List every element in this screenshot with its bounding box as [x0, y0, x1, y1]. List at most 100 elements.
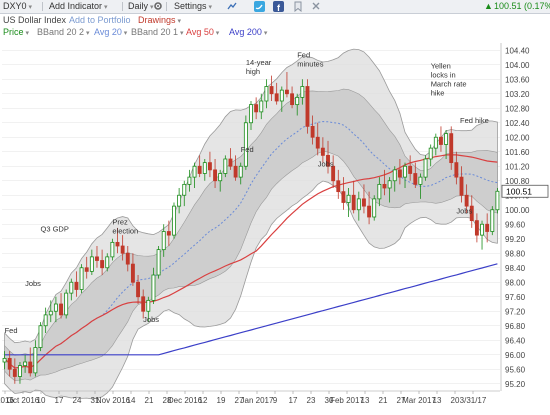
settings-gear-icon[interactable]	[153, 1, 163, 14]
candle-body	[28, 361, 33, 374]
candle-body	[495, 190, 500, 211]
x-tick-label: Oct 2016	[7, 396, 40, 405]
facebook-icon[interactable]: f	[273, 1, 284, 15]
chart-type-icon[interactable]	[227, 1, 237, 14]
candle-body	[387, 180, 392, 189]
legend-avg-200[interactable]: Avg 200	[229, 27, 267, 39]
candle-body	[18, 365, 22, 377]
candle-body	[310, 125, 315, 138]
legend-avg-20[interactable]: Avg 20	[94, 27, 127, 39]
candle-body	[207, 162, 212, 171]
drawings-menu[interactable]: Drawings	[138, 15, 181, 27]
candle-body	[372, 198, 377, 218]
candle-body	[43, 314, 48, 327]
candle-body	[38, 325, 43, 348]
last-price-label: 100.51	[506, 186, 532, 196]
x-tick-label: 23	[307, 396, 316, 405]
x-tick-label: 24	[73, 396, 82, 405]
candle-body	[480, 223, 484, 236]
candle-body	[156, 249, 161, 276]
y-tick-label: 102.40	[505, 119, 530, 128]
y-tick-label: 101.20	[505, 162, 530, 171]
candle-body	[341, 191, 346, 203]
legend-price[interactable]: Price	[3, 27, 29, 39]
candle-body	[238, 165, 243, 178]
candle-body	[377, 183, 382, 200]
x-tick-label: 21	[379, 396, 388, 405]
y-tick-label: 102.80	[505, 104, 530, 113]
y-tick-label: 98.00	[505, 278, 526, 287]
x-tick-label: Mar 2017	[402, 396, 436, 405]
candle-body	[320, 147, 325, 156]
bookmark-icon[interactable]	[293, 1, 303, 15]
annotation-label: March rate	[431, 79, 467, 88]
toolbar-divider	[122, 2, 123, 11]
settings-button[interactable]: Settings	[174, 1, 212, 13]
price-chart[interactable]: Fed Q3 GDP Prezelection Jobs Jobs 14-yearhigh…	[0, 41, 550, 414]
annotation-label: minutes	[297, 60, 324, 69]
annotation-label: Yellen	[431, 61, 451, 70]
y-tick-label: 100.80	[505, 177, 530, 186]
candle-body	[459, 176, 464, 196]
x-tick-label: 20	[451, 396, 460, 405]
period-dropdown[interactable]: Daily	[128, 1, 153, 13]
annotation-label: Prez	[112, 217, 128, 226]
candle-body	[33, 347, 38, 374]
y-tick-label: 102.00	[505, 133, 530, 142]
candle-body	[474, 220, 479, 236]
candle-body	[23, 361, 28, 367]
add-indicator-button[interactable]: Add Indicator	[49, 1, 108, 13]
annotation-label: Fed hike	[460, 116, 489, 125]
candle-body	[89, 256, 94, 272]
x-tick-label: Dec 2016	[168, 396, 203, 405]
candle-body	[105, 256, 110, 269]
toolbar-divider	[166, 2, 167, 11]
candle-body	[64, 292, 69, 316]
candle-body	[362, 198, 366, 207]
price-axis: 104.40 104.00 103.60 103.20 102.80 102.40 102.…	[500, 43, 549, 391]
candle-body	[228, 158, 233, 167]
y-tick-label: 98.80	[505, 249, 526, 258]
candle-body	[423, 158, 428, 178]
annotation-label: election	[112, 226, 138, 235]
legend-bband-20-2[interactable]: BBand 20 2	[37, 27, 90, 39]
candle-body	[202, 162, 207, 174]
candle-body	[351, 194, 356, 211]
indicator-legend: Price BBand 20 2 Avg 20 BBand 20 1 Avg 5…	[0, 27, 550, 39]
instrument-bar: US Dollar Index Add to Portfolio Drawing…	[0, 14, 550, 26]
candle-body	[264, 86, 269, 102]
annotation-label: Q3 GDP	[41, 225, 69, 234]
candle-body	[454, 162, 459, 178]
candle-body	[331, 165, 336, 182]
annotation-label: Jobs	[456, 206, 472, 215]
candle-body	[300, 86, 305, 98]
candle-body	[367, 205, 372, 218]
x-tick-label: 17	[289, 396, 298, 405]
candle-body	[7, 357, 12, 370]
y-tick-label: 98.40	[505, 264, 526, 273]
annotation-label: hike	[431, 88, 445, 97]
add-to-portfolio-link[interactable]: Add to Portfolio	[69, 15, 131, 26]
candle-body	[269, 86, 274, 95]
candle-body	[444, 133, 449, 145]
status-change-value: 100.51 (0.17%)	[494, 1, 550, 11]
legend-bband-20-1[interactable]: BBand 20 1	[131, 27, 184, 39]
candle-body	[172, 205, 176, 236]
candle-body	[59, 303, 63, 316]
x-tick-label: 17	[55, 396, 64, 405]
candle-body	[213, 169, 218, 182]
candle-body	[428, 147, 433, 160]
close-icon[interactable]	[311, 1, 321, 14]
y-tick-label: 96.00	[505, 351, 526, 360]
candle-body	[336, 180, 341, 193]
y-tick-label: 95.20	[505, 380, 526, 389]
candle-body	[141, 296, 146, 312]
candle-body	[100, 260, 105, 269]
y-tick-label: 101.60	[505, 148, 530, 157]
x-tick-label: 13	[361, 396, 370, 405]
legend-avg-50[interactable]: Avg 50	[186, 27, 219, 39]
twitter-icon[interactable]	[254, 1, 265, 15]
symbol-input[interactable]: DXY0	[3, 1, 32, 13]
candle-body	[305, 86, 310, 127]
toolbar-divider	[42, 2, 43, 11]
